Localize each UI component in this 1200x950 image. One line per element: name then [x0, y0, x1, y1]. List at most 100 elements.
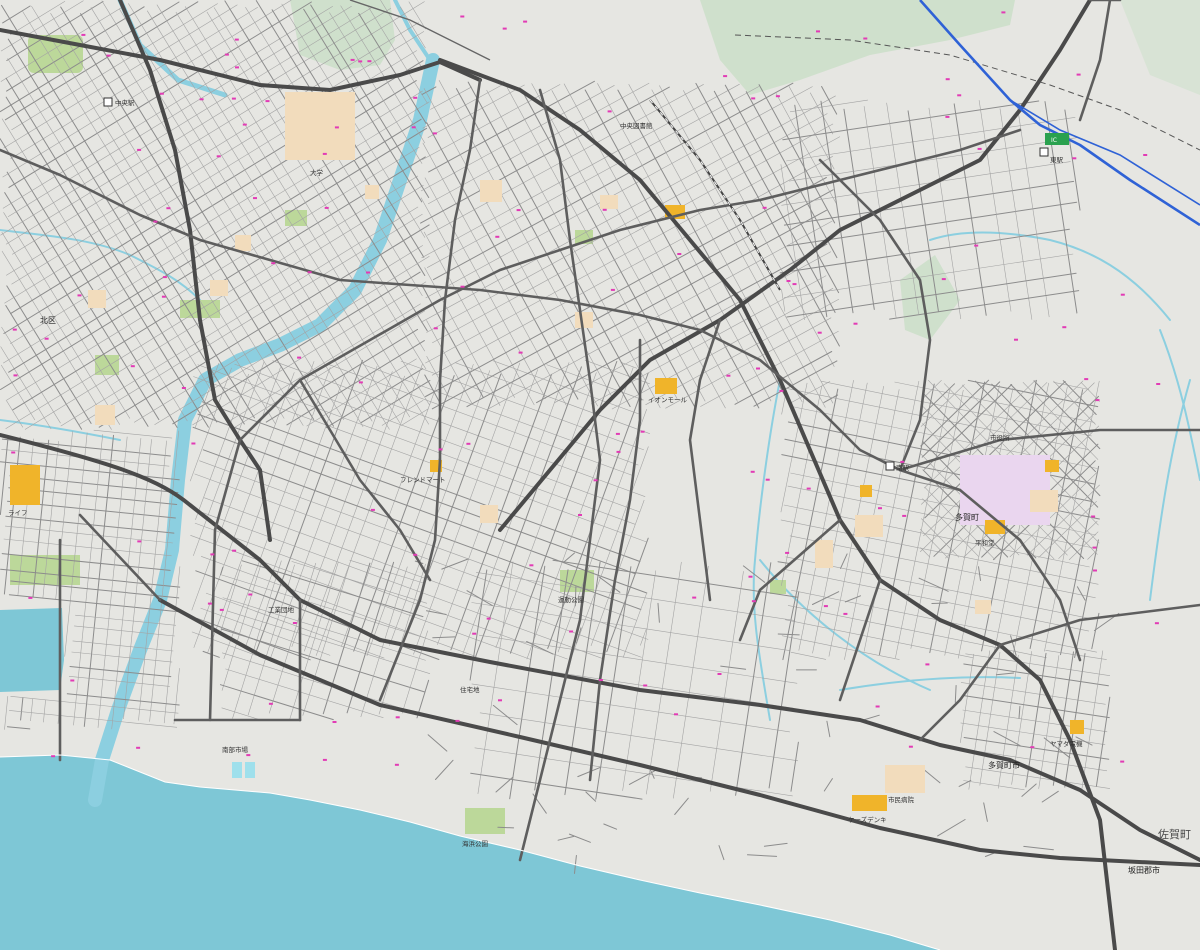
map-canvas[interactable]: IC ライフ イオンモール ケーズデンキ ヤマダ電機 フレンドマート 平和堂 大… — [0, 0, 1200, 950]
bus-stop-marker — [518, 351, 523, 354]
station-marker — [1039, 147, 1049, 157]
bus-stop-marker — [615, 432, 620, 435]
bus-stop-marker — [523, 20, 528, 23]
city-label: 北区 — [40, 316, 56, 325]
bus-stop-marker — [640, 430, 645, 433]
interchange — [1045, 133, 1069, 145]
bus-stop-marker — [875, 705, 880, 708]
commercial — [1070, 720, 1084, 734]
bus-stop-marker — [945, 115, 950, 118]
bus-stop-marker — [607, 110, 612, 113]
bus-stop-marker — [1076, 73, 1081, 76]
bus-stop-marker — [137, 148, 142, 151]
bus-stop-marker — [219, 608, 224, 611]
bus-stop-marker — [1095, 399, 1100, 402]
bus-stop-marker — [432, 132, 437, 135]
station-marker — [885, 461, 895, 471]
place-label: 南部市場 — [222, 745, 249, 754]
bus-stop-marker — [806, 487, 811, 490]
bus-stop-marker — [394, 763, 399, 766]
bus-stop-marker — [136, 746, 141, 749]
bus-stop-marker — [455, 719, 460, 722]
bus-stop-marker — [366, 271, 370, 274]
station-label: 南駅 — [896, 463, 910, 472]
place-label: 運動公園 — [558, 595, 584, 604]
bus-stop-marker — [162, 276, 167, 279]
bus-stop-marker — [529, 564, 534, 567]
building — [480, 505, 498, 523]
commercial — [1045, 460, 1059, 472]
bus-stop-marker — [413, 96, 418, 99]
commercial — [985, 520, 1005, 534]
bus-stop-marker — [370, 508, 375, 511]
bus-stop-marker — [902, 514, 907, 517]
bus-stop-marker — [786, 280, 791, 282]
place-label: 市民病院 — [888, 795, 915, 804]
bus-stop-marker — [166, 207, 171, 210]
bus-stop-marker — [643, 684, 648, 687]
bus-stop-marker — [1091, 515, 1096, 518]
building — [1030, 490, 1058, 512]
bus-stop-marker — [908, 745, 913, 748]
bus-stop-marker — [248, 593, 253, 596]
bus-stop-marker — [1120, 760, 1125, 763]
building — [235, 235, 251, 251]
bus-stop-marker — [598, 679, 603, 681]
bus-stop-marker — [322, 758, 327, 761]
bus-stop-marker — [77, 294, 82, 297]
bus-stop-marker — [137, 540, 142, 543]
bus-stop-marker — [232, 549, 237, 552]
building — [575, 312, 593, 328]
place-label: 中央図書館 — [620, 121, 653, 130]
building — [815, 540, 833, 568]
bus-stop-marker — [181, 387, 186, 389]
bus-stop-marker — [900, 460, 905, 463]
park — [465, 808, 505, 834]
bus-stop-marker — [51, 755, 56, 758]
place-label: 市役所 — [990, 433, 1010, 442]
bus-stop-marker — [602, 208, 607, 211]
bus-stop-marker — [498, 699, 502, 702]
building — [480, 180, 502, 202]
place-label: 海浜公園 — [462, 839, 488, 848]
bus-stop-marker — [332, 721, 337, 723]
bus-stop-marker — [1001, 11, 1006, 14]
bus-stop-marker — [268, 702, 273, 705]
bus-stop-marker — [246, 754, 251, 757]
bus-stop-marker — [486, 617, 491, 620]
bus-stop-marker — [1062, 326, 1067, 329]
facility-label: イオンモール — [648, 396, 688, 404]
bus-stop-marker — [569, 630, 574, 633]
bus-stop-marker — [957, 94, 962, 97]
bus-stop-marker — [1154, 622, 1159, 625]
place-label: 工業団地 — [268, 605, 295, 614]
commercial — [655, 378, 677, 394]
bus-stop-marker — [242, 123, 247, 126]
bus-stop-marker — [974, 244, 979, 247]
bus-stop-marker — [13, 374, 18, 377]
bus-stop-marker — [216, 155, 221, 158]
harbor-basin — [0, 608, 64, 692]
bus-stop-marker — [677, 253, 682, 255]
bus-stop-marker — [1084, 378, 1089, 381]
facility-label: ヤマダ電機 — [1050, 739, 1083, 748]
building — [855, 515, 883, 537]
commercial — [852, 795, 887, 811]
bus-stop-marker — [224, 53, 229, 56]
bus-stop-marker — [692, 596, 697, 599]
bus-stop-marker — [358, 381, 363, 384]
bus-stop-marker — [578, 514, 582, 516]
bus-stop-marker — [751, 97, 756, 100]
bus-stop-marker — [350, 58, 355, 61]
bus-stop-marker — [411, 126, 416, 129]
bus-stop-marker — [1030, 746, 1035, 749]
bus-stop-marker — [433, 327, 438, 330]
bus-stop-marker — [413, 553, 418, 556]
bus-stop-marker — [153, 220, 158, 223]
bus-stop-marker — [765, 478, 770, 481]
commercial — [10, 465, 40, 505]
bus-stop-marker — [941, 278, 946, 281]
bus-stop-marker — [438, 448, 443, 451]
bus-stop-marker — [191, 442, 196, 445]
bus-stop-marker — [235, 66, 239, 69]
